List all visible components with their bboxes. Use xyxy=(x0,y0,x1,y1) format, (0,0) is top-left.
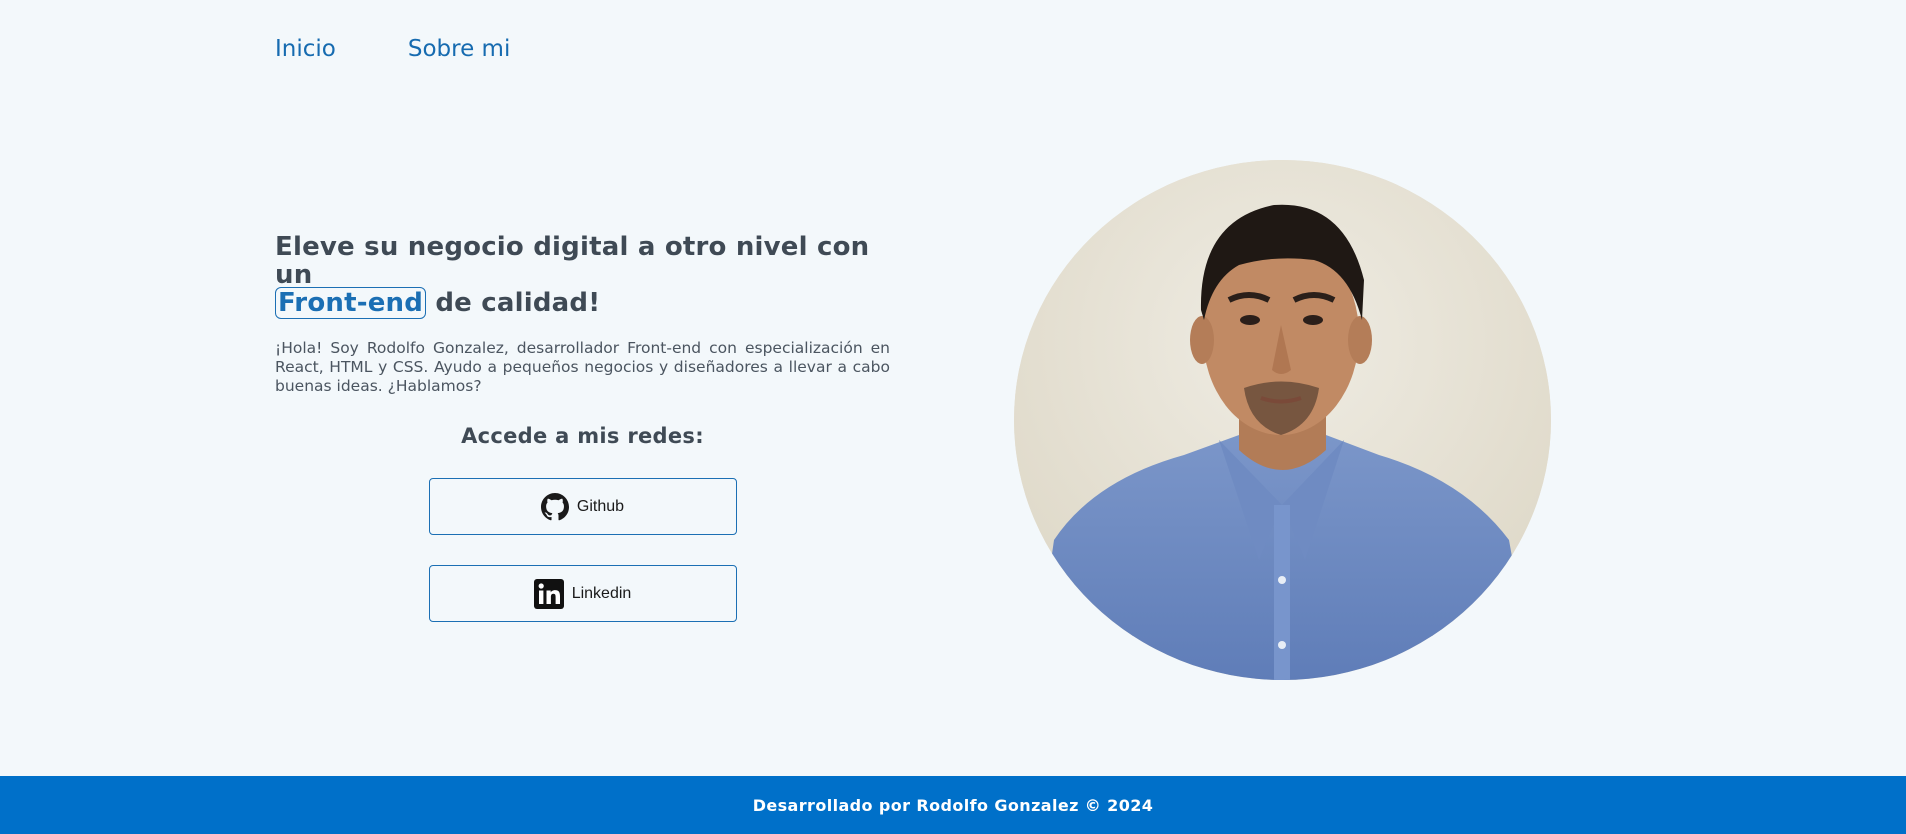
footer-text: Desarrollado por Rodolfo Gonzalez © 2024 xyxy=(752,795,1154,815)
social-title: Accede a mis redes: xyxy=(461,424,704,448)
headline-text-before: Eleve su negocio digital a otro nivel co… xyxy=(275,232,870,290)
hero-intro-text: ¡Hola! Soy Rodolfo Gonzalez, desarrollad… xyxy=(275,339,890,395)
headline-highlight: Front-end xyxy=(275,287,427,319)
github-label: Github xyxy=(576,497,625,515)
nav-link-inicio[interactable]: Inicio xyxy=(275,36,336,62)
hero-headline: Eleve su negocio digital a otro nivel co… xyxy=(275,232,890,319)
linkedin-label: Linkedin xyxy=(571,584,632,602)
top-nav: Inicio Sobre mi xyxy=(275,36,510,62)
site-footer: Desarrollado por Rodolfo Gonzalez © 2024 xyxy=(0,776,1906,834)
hero-section: Eleve su negocio digital a otro nivel co… xyxy=(275,233,890,622)
github-icon xyxy=(540,492,569,521)
profile-photo xyxy=(1014,160,1551,680)
nav-link-sobre-mi[interactable]: Sobre mi xyxy=(408,36,510,62)
linkedin-icon xyxy=(533,578,564,609)
social-links: Github Linkedin xyxy=(275,478,890,622)
github-button[interactable]: Github xyxy=(428,478,737,535)
linkedin-button[interactable]: Linkedin xyxy=(428,565,737,622)
headline-text-after: de calidad! xyxy=(435,288,601,318)
